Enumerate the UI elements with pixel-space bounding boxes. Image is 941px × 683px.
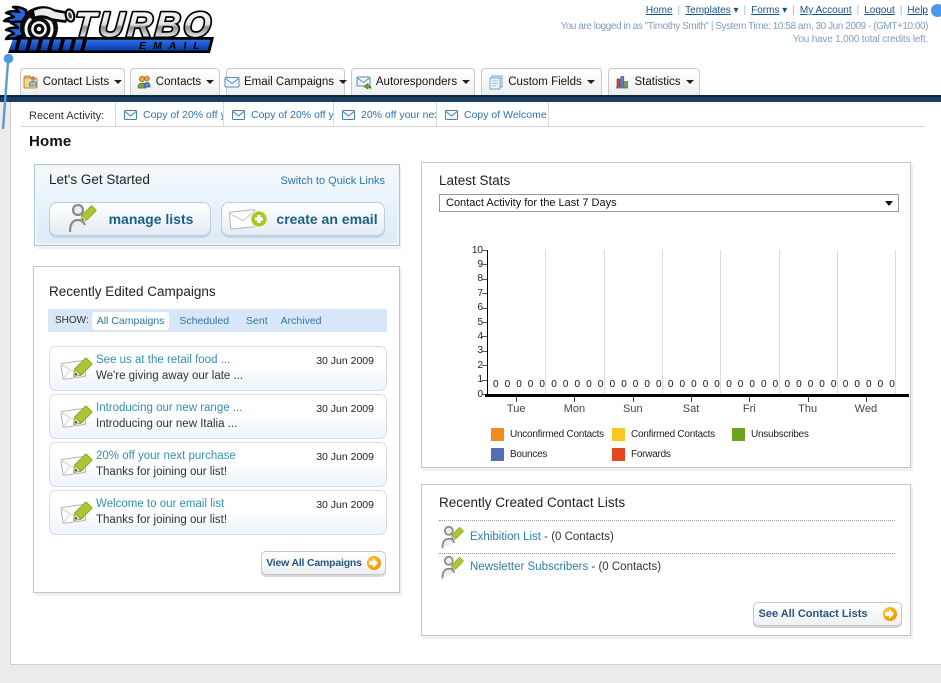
svg-text:TURBO: TURBO bbox=[73, 6, 215, 45]
